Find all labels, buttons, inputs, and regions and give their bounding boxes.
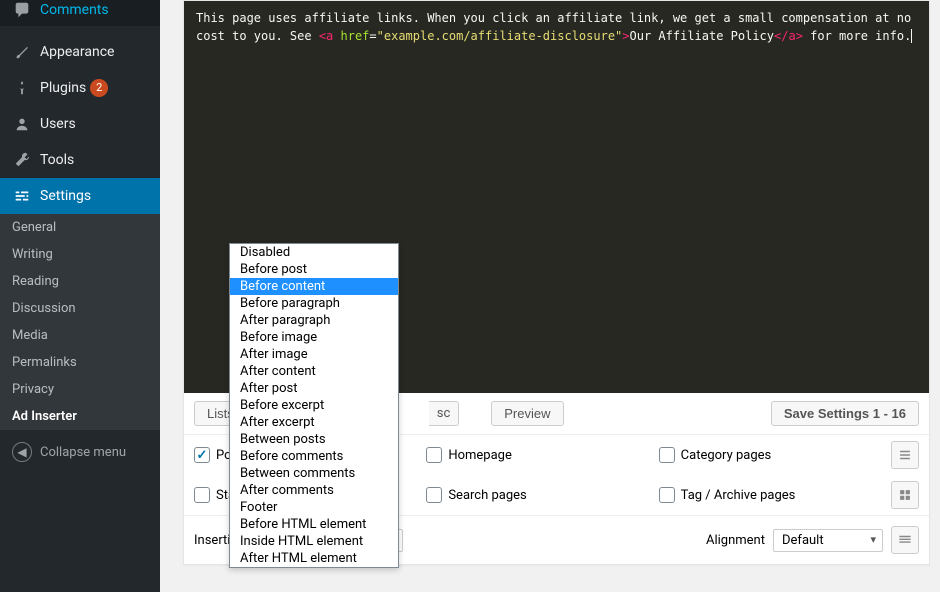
preview-button[interactable]: Preview — [491, 401, 563, 426]
category-label: Category pages — [681, 448, 772, 463]
menu-label: Appearance — [40, 44, 114, 60]
dropdown-option[interactable]: Footer — [230, 499, 398, 516]
dropdown-option[interactable]: After comments — [230, 482, 398, 499]
grid-view-icon[interactable] — [891, 481, 919, 509]
dropdown-option[interactable]: After HTML element — [230, 550, 398, 567]
dropdown-option[interactable]: Before content — [230, 278, 398, 295]
menu-label: Plugins — [40, 80, 86, 96]
search-checkbox[interactable] — [426, 487, 442, 503]
dropdown-option[interactable]: Before HTML element — [230, 516, 398, 533]
dropdown-option[interactable]: Inside HTML element — [230, 533, 398, 550]
submenu-general[interactable]: General — [0, 214, 160, 241]
wrench-icon — [12, 150, 32, 170]
dropdown-option[interactable]: After post — [230, 380, 398, 397]
category-checkbox[interactable] — [659, 447, 675, 463]
alignment-label: Alignment — [706, 533, 765, 548]
menu-item-settings[interactable]: Settings — [0, 178, 160, 214]
submenu-media[interactable]: Media — [0, 322, 160, 349]
comments-icon — [12, 0, 32, 20]
brush-icon — [12, 42, 32, 62]
menu-item-plugins[interactable]: Plugins 2 — [0, 70, 160, 106]
sliders-icon — [12, 186, 32, 206]
menu-label: Tools — [40, 152, 74, 168]
dropdown-option[interactable]: Before image — [230, 329, 398, 346]
static-checkbox[interactable] — [194, 487, 210, 503]
hidden-button-suffix: sc — [429, 401, 460, 426]
save-settings-button[interactable]: Save Settings 1 - 16 — [771, 401, 919, 426]
dropdown-option[interactable]: Between posts — [230, 431, 398, 448]
collapse-menu[interactable]: ◀ Collapse menu — [0, 434, 160, 470]
homepage-label: Homepage — [448, 448, 512, 463]
menu-label: Settings — [40, 188, 91, 204]
tag-checkbox[interactable] — [659, 487, 675, 503]
dropdown-option[interactable]: After content — [230, 363, 398, 380]
menu-item-appearance[interactable]: Appearance — [0, 34, 160, 70]
dropdown-option[interactable]: Before excerpt — [230, 397, 398, 414]
settings-submenu: General Writing Reading Discussion Media… — [0, 214, 160, 430]
submenu-permalinks[interactable]: Permalinks — [0, 349, 160, 376]
user-icon — [12, 114, 32, 134]
dropdown-option[interactable]: Before comments — [230, 448, 398, 465]
menu-item-users[interactable]: Users — [0, 106, 160, 142]
homepage-checkbox[interactable] — [426, 447, 442, 463]
submenu-writing[interactable]: Writing — [0, 241, 160, 268]
alignment-select[interactable]: Default — [773, 529, 883, 552]
submenu-privacy[interactable]: Privacy — [0, 376, 160, 403]
search-label: Search pages — [448, 488, 526, 503]
submenu-reading[interactable]: Reading — [0, 268, 160, 295]
menu-item-comments[interactable]: Comments — [0, 0, 160, 26]
dropdown-option[interactable]: Before post — [230, 261, 398, 278]
menu-item-tools[interactable]: Tools — [0, 142, 160, 178]
update-badge: 2 — [90, 79, 108, 97]
menu-label: Users — [40, 116, 76, 132]
dropdown-option[interactable]: Before paragraph — [230, 295, 398, 312]
tag-label: Tag / Archive pages — [681, 488, 796, 503]
collapse-icon: ◀ — [12, 442, 32, 462]
dropdown-option[interactable]: Disabled — [230, 244, 398, 261]
submenu-ad-inserter[interactable]: Ad Inserter — [0, 403, 160, 430]
alignment-preview-icon[interactable] — [891, 526, 919, 554]
submenu-discussion[interactable]: Discussion — [0, 295, 160, 322]
list-view-icon[interactable] — [891, 441, 919, 469]
dropdown-option[interactable]: After paragraph — [230, 312, 398, 329]
plug-icon — [12, 78, 32, 98]
dropdown-option[interactable]: After excerpt — [230, 414, 398, 431]
main-content: This page uses affiliate links. When you… — [160, 0, 940, 592]
insertion-dropdown[interactable]: DisabledBefore postBefore contentBefore … — [229, 243, 399, 568]
collapse-label: Collapse menu — [40, 445, 126, 460]
dropdown-option[interactable]: After image — [230, 346, 398, 363]
menu-label: Comments — [40, 2, 109, 18]
admin-sidebar: Comments Appearance Plugins 2 Users Tool… — [0, 0, 160, 592]
posts-checkbox[interactable] — [194, 447, 210, 463]
dropdown-option[interactable]: Between comments — [230, 465, 398, 482]
